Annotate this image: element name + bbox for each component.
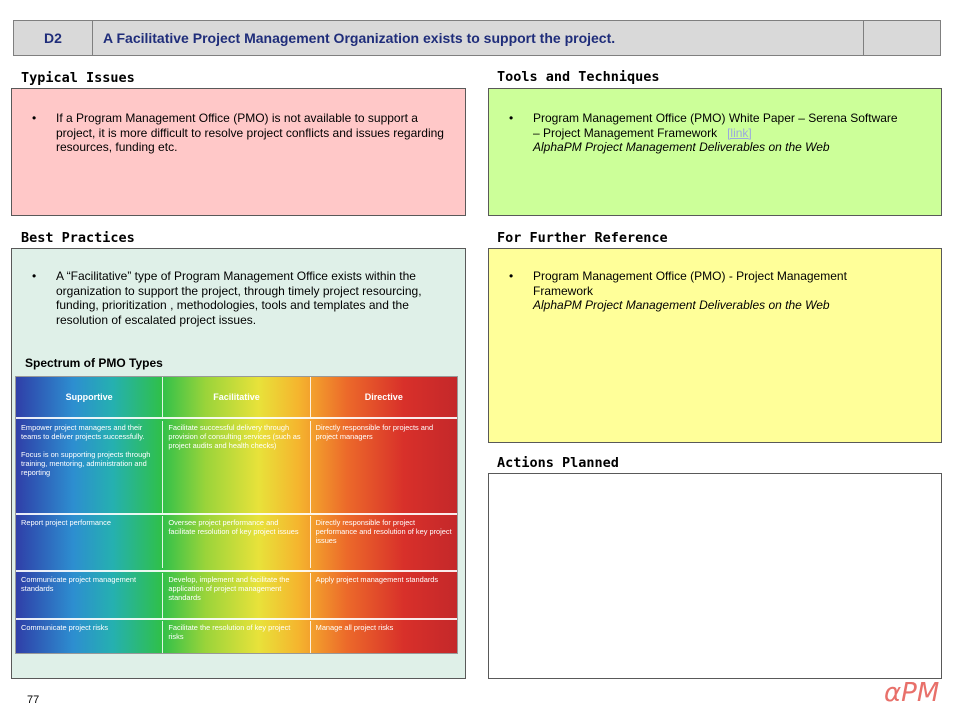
spectrum-title: Spectrum of PMO Types [25,356,163,370]
best-practices-label: Best Practices [21,230,135,246]
list-item: • Program Management Office (PMO) White P… [509,111,898,154]
spectrum-row: Report project performance Oversee proje… [16,516,457,568]
spectrum-divider [16,513,457,515]
tools-box: • Program Management Office (PMO) White P… [488,88,942,216]
spectrum-header-row: Supportive Facilitative Directive [16,377,457,417]
alphapm-logo: αPM [884,678,940,708]
spectrum-divider [16,417,457,419]
page-title: A Facilitative Project Management Organi… [93,21,864,55]
spectrum-header-supportive: Supportive [16,377,164,417]
actions-planned-label: Actions Planned [497,455,619,471]
header-blank-cell [864,21,940,55]
spectrum-header-directive: Directive [364,391,403,402]
page-number: 77 [27,694,40,706]
list-item: • If a Program Management Office (PMO) is… [32,111,444,154]
pmo-spectrum-figure: Supportive Facilitative Directive Empowe… [15,376,458,654]
tools-reference: AlphaPM Project Management Deliverables … [533,140,830,154]
further-reference-box: • Program Management Office (PMO) - Proje… [488,248,942,443]
further-reference-link: AlphaPM Project Management Deliverables … [533,298,830,312]
further-reference-label: For Further Reference [497,230,668,246]
white-paper-link[interactable]: [link] [727,126,752,140]
typical-issues-box: • If a Program Management Office (PMO) is… [11,88,466,216]
list-item: • A “Facilitative” type of Program Manage… [32,269,422,327]
tools-label: Tools and Techniques [497,69,660,85]
section-id: D2 [14,21,93,55]
spectrum-row: Empower project managers and their teams… [16,421,457,513]
spectrum-row: Communicate project management standards… [16,573,457,619]
typical-issues-label: Typical Issues [21,70,135,86]
spectrum-row: Communicate project risks Facilitate the… [16,621,457,653]
list-item: • Program Management Office (PMO) - Proje… [509,269,847,312]
spectrum-divider [16,618,457,620]
spectrum-divider [16,570,457,572]
actions-planned-box[interactable] [488,473,942,679]
spectrum-header-facilitative: Facilitative [163,377,311,417]
header-bar: D2 A Facilitative Project Management Org… [13,20,941,56]
